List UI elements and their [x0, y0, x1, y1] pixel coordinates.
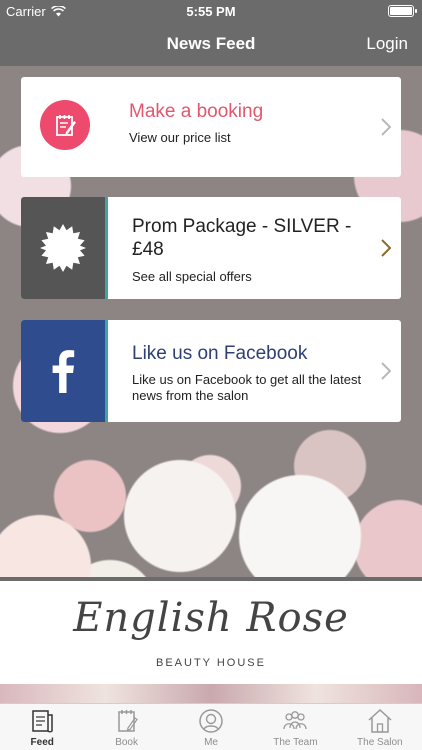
navigation-bar: News Feed Login [0, 22, 422, 66]
prom-title: Prom Package - SILVER - £48 [132, 216, 352, 260]
make-booking-card[interactable]: Make a booking View our price list [21, 77, 401, 177]
tab-bar: Feed Book Me The Team The Salon [0, 703, 422, 750]
facebook-title: Like us on Facebook [132, 343, 308, 364]
battery-icon [388, 5, 417, 17]
tab-book-label: Book [115, 737, 138, 748]
booking-title: Make a booking [129, 101, 264, 122]
salon-icon [368, 708, 392, 733]
tab-the-salon[interactable]: The Salon [338, 704, 422, 750]
chevron-right-icon [381, 118, 391, 136]
tab-me-label: Me [204, 737, 218, 748]
prom-offer-card[interactable]: Prom Package - SILVER - £48 See all spec… [21, 197, 401, 299]
salon-logo-name: English Rose [73, 595, 349, 641]
tab-me[interactable]: Me [169, 704, 253, 750]
salon-logo-banner: English Rose BEAUTY HOUSE [0, 577, 422, 684]
tab-book[interactable]: Book [84, 704, 168, 750]
tab-the-salon-label: The Salon [357, 737, 403, 748]
tab-feed-label: Feed [30, 737, 54, 748]
feed-icon [32, 710, 53, 733]
salon-logo-tagline: BEAUTY HOUSE [156, 657, 266, 669]
clock: 5:55 PM [186, 4, 236, 19]
tab-feed[interactable]: Feed [0, 704, 84, 750]
facebook-card[interactable]: Like us on Facebook Like us on Facebook … [21, 320, 401, 422]
me-icon [199, 709, 223, 733]
tab-the-team-label: The Team [273, 737, 318, 748]
status-bar: Carrier 5:55 PM [0, 0, 422, 22]
booking-subtitle: View our price list [129, 130, 231, 145]
offer-badge-icon [21, 197, 108, 299]
login-button[interactable]: Login [366, 34, 408, 54]
team-icon [283, 711, 308, 730]
prom-subtitle: See all special offers [132, 269, 252, 284]
book-icon [117, 710, 138, 732]
tab-the-team[interactable]: The Team [253, 704, 337, 750]
chevron-right-icon [381, 239, 391, 257]
facebook-icon [21, 320, 108, 422]
chevron-right-icon [381, 362, 391, 380]
floral-background-strip [0, 683, 422, 703]
facebook-subtitle: Like us on Facebook to get all the lates… [132, 372, 362, 403]
notepad-icon [40, 100, 90, 150]
page-title: News Feed [166, 34, 256, 53]
